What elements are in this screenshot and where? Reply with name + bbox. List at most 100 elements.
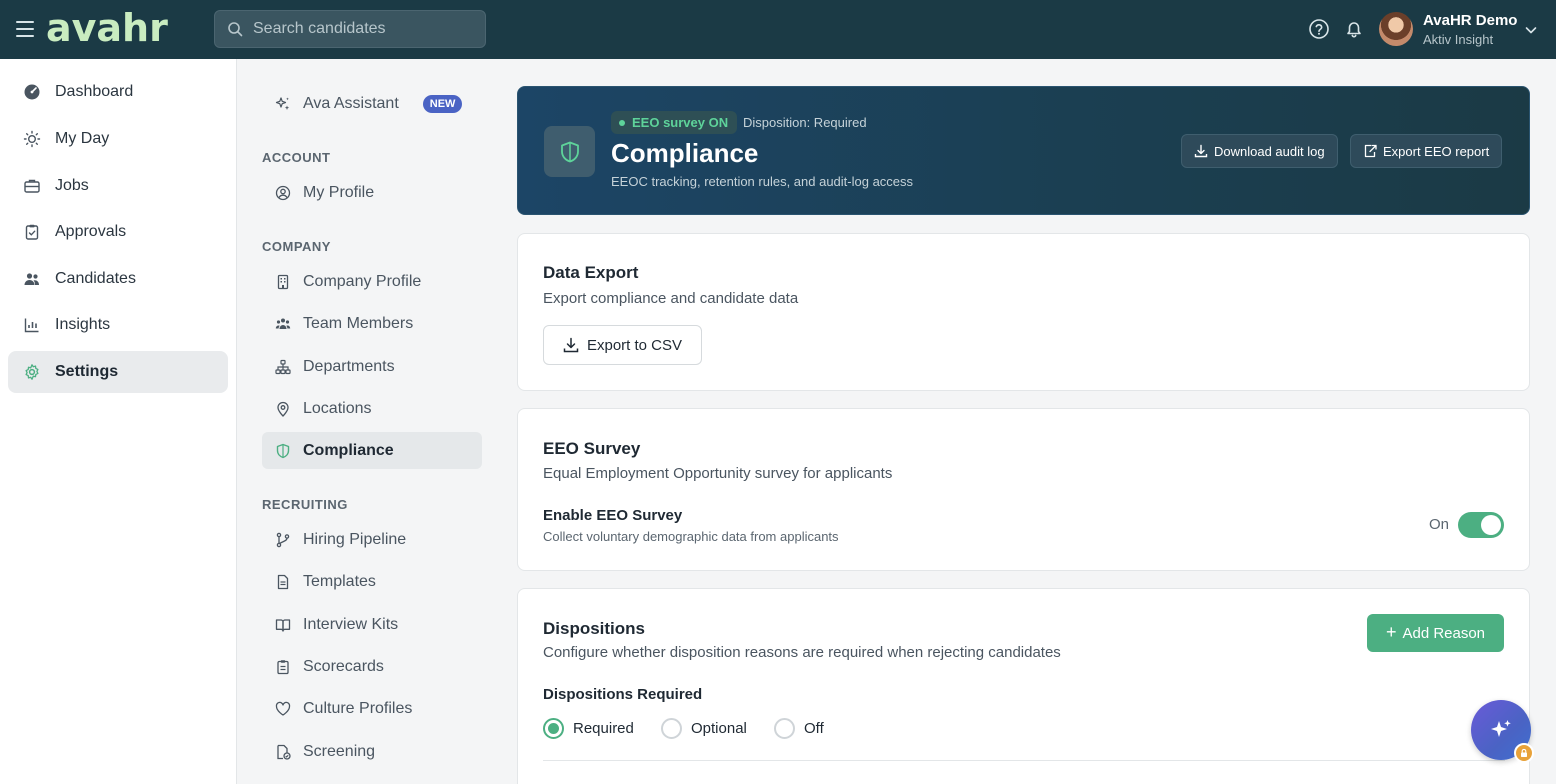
add-reason-label: Add Reason (1402, 624, 1486, 642)
sun-icon (23, 130, 41, 148)
radio-label: Optional (691, 720, 747, 737)
sidebar-item-label: Candidates (55, 270, 136, 287)
subnav-item-hiring-pipeline[interactable]: Hiring Pipeline (262, 521, 482, 558)
subnav-item-label: Hiring Pipeline (303, 530, 407, 548)
gear-icon (23, 363, 41, 381)
sidebar-item-insights[interactable]: Insights (8, 304, 228, 346)
radio-off[interactable]: Off (774, 718, 824, 739)
section-heading-company: COMPANY (262, 239, 331, 254)
user-name[interactable]: AvaHR Demo (1423, 12, 1517, 29)
bar-chart-icon (23, 316, 41, 334)
download-audit-log-label: Download audit log (1214, 143, 1325, 159)
compliance-header: EEO survey ON Disposition: Required Comp… (517, 86, 1530, 215)
subnav-item-culture-profiles[interactable]: Culture Profiles (262, 690, 482, 727)
radio-label: Off (804, 720, 824, 737)
search-icon (228, 22, 243, 37)
subnav-item-label: Scorecards (303, 657, 384, 675)
team-icon (275, 316, 291, 332)
divider (543, 760, 1505, 761)
bell-icon[interactable] (1343, 18, 1365, 40)
radio-circle (543, 718, 564, 739)
avatar[interactable] (1379, 12, 1413, 46)
briefcase-icon (23, 177, 41, 195)
new-badge: NEW (422, 94, 463, 113)
hierarchy-icon (275, 359, 291, 375)
sidebar-item-my-day[interactable]: My Day (8, 118, 228, 160)
subnav-item-templates[interactable]: Templates (262, 563, 482, 600)
status-badge-label: EEO survey ON (632, 115, 729, 130)
toggle-description: Collect voluntary demographic data from … (543, 529, 839, 544)
radio-label: Required (573, 720, 634, 737)
shield-icon (275, 443, 291, 459)
subnav-item-interview-kits[interactable]: Interview Kits (262, 606, 482, 643)
eeo-survey-card: EEO Survey Equal Employment Opportunity … (517, 408, 1530, 571)
subnav-item-my-profile[interactable]: My Profile (262, 174, 482, 211)
help-icon[interactable] (1308, 18, 1330, 40)
search-input[interactable] (253, 20, 473, 38)
download-icon (1194, 144, 1208, 158)
radio-required[interactable]: Required (543, 718, 634, 739)
subnav-item-locations[interactable]: Locations (262, 390, 482, 427)
subnav-item-label: Interview Kits (303, 615, 399, 633)
export-to-csv-label: Export to CSV (586, 336, 683, 354)
lock-icon (1514, 743, 1534, 763)
export-eeo-report-button[interactable]: Export EEO report (1350, 134, 1503, 168)
sidebar-item-label: Approvals (55, 223, 127, 240)
subnav-item-label: Ava Assistant (303, 94, 399, 112)
download-audit-log-button[interactable]: Download audit log (1181, 134, 1338, 168)
subnav-item-ava-assistant[interactable]: Ava Assistant NEW (262, 85, 482, 122)
page-title: Compliance (611, 138, 759, 168)
subnav-item-compliance[interactable]: Compliance (262, 432, 482, 469)
search-box[interactable] (214, 10, 486, 48)
subnav-item-label: My Profile (303, 183, 375, 201)
status-dot-icon (619, 119, 625, 126)
top-bar: avahr AvaHR Demo Aktiv Insight (0, 0, 1556, 59)
card-title: EEO Survey (543, 439, 641, 458)
clipboard-check-icon (23, 223, 41, 241)
card-subtitle: Configure whether disposition reasons ar… (543, 644, 1061, 661)
radio-circle (661, 718, 682, 739)
subnav-item-team-members[interactable]: Team Members (262, 305, 482, 342)
sidebar-item-label: My Day (55, 130, 110, 147)
dispositions-card: Dispositions Configure whether dispositi… (517, 588, 1530, 784)
sidebar-item-settings[interactable]: Settings (8, 351, 228, 393)
subnav-item-departments[interactable]: Departments (262, 348, 482, 385)
radio-group-heading: Dispositions Required (543, 686, 703, 703)
toggle-knob (1481, 515, 1501, 535)
data-export-card: Data Export Export compliance and candid… (517, 233, 1530, 391)
eeo-survey-toggle[interactable] (1458, 512, 1504, 538)
app-logo[interactable]: avahr (46, 6, 168, 50)
export-eeo-report-label: Export EEO report (1383, 143, 1490, 159)
subnav-item-scorecards[interactable]: Scorecards (262, 648, 482, 685)
shield-icon (544, 126, 595, 177)
chevron-down-icon[interactable] (1524, 23, 1538, 37)
add-reason-button[interactable]: + Add Reason (1367, 614, 1504, 652)
section-heading-recruiting: RECRUITING (262, 497, 348, 512)
subnav-item-label: Locations (303, 399, 372, 417)
sidebar-item-dashboard[interactable]: Dashboard (8, 71, 228, 113)
subnav-item-label: Compliance (303, 441, 394, 459)
toggle-label: Enable EEO Survey (543, 507, 683, 524)
sidebar-item-label: Jobs (55, 177, 89, 194)
menu-icon[interactable] (16, 21, 34, 37)
building-icon (275, 274, 291, 290)
status-badge: EEO survey ON (611, 111, 738, 134)
radio-optional[interactable]: Optional (661, 718, 747, 739)
sidebar-item-label: Insights (55, 316, 111, 333)
disposition-status: Disposition: Required (743, 115, 867, 130)
export-to-csv-button[interactable]: Export to CSV (543, 325, 702, 365)
sidebar-item-label: Settings (55, 363, 119, 380)
radio-circle (774, 718, 795, 739)
sidebar-item-candidates[interactable]: Candidates (8, 258, 228, 300)
map-pin-icon (275, 401, 291, 417)
plus-icon: + (1385, 621, 1397, 642)
sidebar-item-approvals[interactable]: Approvals (8, 211, 228, 253)
document-icon (275, 574, 291, 590)
subnav-item-company-profile[interactable]: Company Profile (262, 263, 482, 300)
sidebar-item-jobs[interactable]: Jobs (8, 165, 228, 207)
clipboard-icon (275, 659, 291, 675)
book-open-icon (275, 617, 291, 633)
subnav-item-screening[interactable]: Screening (262, 733, 482, 770)
subnav-item-label: Culture Profiles (303, 699, 413, 717)
sidebar-item-label: Dashboard (55, 83, 134, 100)
